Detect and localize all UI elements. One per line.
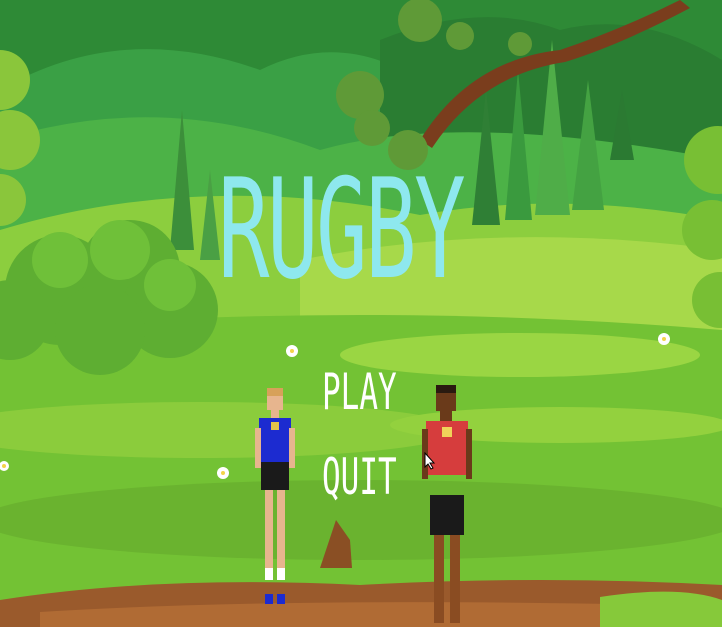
play-button[interactable]: PLAY (322, 364, 397, 420)
background-scene (0, 0, 722, 627)
player-red (422, 385, 472, 623)
player-blue (255, 388, 295, 604)
game-title: RUGBY (218, 149, 466, 310)
game-screen: RUGBY PLAY QUIT (0, 0, 722, 627)
quit-button[interactable]: QUIT (322, 449, 397, 505)
mouse-cursor-icon (424, 452, 436, 470)
